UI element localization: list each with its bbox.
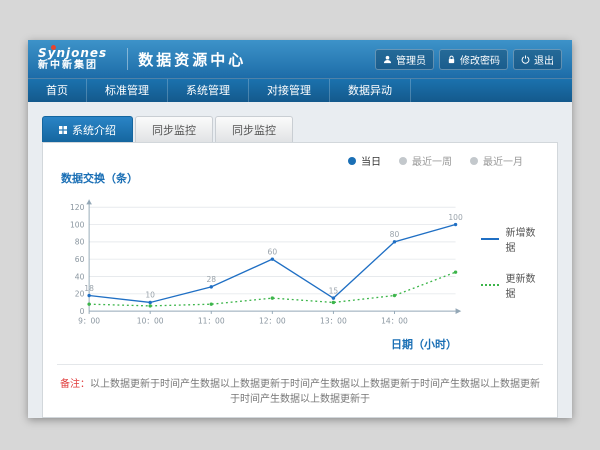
power-icon (521, 55, 530, 64)
chart-row: 0 20 40 60 80 100 120 9：00 10：00 11：00 12：00 13：00 1… (57, 188, 543, 336)
header-actions: 管理员 修改密码 退出 (375, 49, 562, 70)
user-icon (383, 55, 392, 64)
svg-text:28: 28 (206, 275, 216, 284)
legend-item-updated-data[interactable]: 更新数据 (481, 270, 543, 300)
tab-label: 同步监控 (232, 122, 276, 138)
tab-bar: 系统介绍 同步监控 同步监控 (42, 116, 558, 142)
radio-dot-icon (470, 157, 478, 165)
svg-text:12：00: 12：00 (259, 316, 286, 325)
svg-text:60: 60 (75, 255, 85, 264)
change-password-button-label: 修改密码 (460, 52, 500, 67)
svg-text:14：00: 14：00 (381, 316, 408, 325)
svg-text:18: 18 (84, 284, 94, 293)
svg-text:10：00: 10：00 (137, 316, 164, 325)
legend-label: 更新数据 (505, 270, 543, 300)
svg-text:80: 80 (75, 238, 85, 247)
footnote-text: 以上数据更新于时间产生数据以上数据更新于时间产生数据以上数据更新于时间产生数据以… (90, 379, 540, 405)
user-button[interactable]: 管理员 (375, 49, 434, 70)
range-option-today[interactable]: 当日 (348, 153, 381, 168)
header-divider (127, 48, 128, 70)
radio-dot-icon (348, 157, 356, 165)
range-option-label: 当日 (361, 153, 381, 168)
line-chart: 0 20 40 60 80 100 120 9：00 10：00 11：00 12：00 13：00 1… (57, 188, 471, 336)
main-nav: 首页 标准管理 系统管理 对接管理 数据异动 (28, 78, 572, 102)
svg-text:10: 10 (145, 291, 155, 300)
svg-text:11：00: 11：00 (198, 316, 225, 325)
chart-legend: 新增数据 更新数据 (481, 224, 543, 300)
page-title: 数据资源中心 (138, 49, 246, 70)
panel-divider (57, 364, 543, 365)
nav-item-home[interactable]: 首页 (28, 79, 87, 102)
tab-sync-monitor-1[interactable]: 同步监控 (135, 116, 213, 142)
svg-text:20: 20 (75, 290, 85, 299)
green-dotted-swatch (481, 284, 500, 286)
content-area: 系统介绍 同步监控 同步监控 当日 最近一周 (28, 102, 572, 418)
svg-text:0: 0 (80, 307, 85, 316)
legend-label: 新增数据 (505, 224, 543, 254)
user-button-label: 管理员 (396, 52, 426, 67)
svg-text:13：00: 13：00 (320, 316, 347, 325)
footnote-label: 备注： (60, 379, 90, 390)
tab-sync-monitor-2[interactable]: 同步监控 (215, 116, 293, 142)
lock-icon (447, 55, 456, 64)
header: Synjones 新中新集团 数据资源中心 管理员 修改密码 退出 (28, 40, 572, 78)
app-window: Synjones 新中新集团 数据资源中心 管理员 修改密码 退出 首页 标准管… (28, 40, 572, 418)
legend-item-new-data[interactable]: 新增数据 (481, 224, 543, 254)
logout-button-label: 退出 (534, 52, 554, 67)
logo-accent-dot (51, 45, 56, 50)
logout-button[interactable]: 退出 (513, 49, 562, 70)
logo: Synjones 新中新集团 (38, 47, 107, 71)
svg-text:15: 15 (329, 286, 339, 295)
tab-label: 同步监控 (152, 122, 196, 138)
svg-text:40: 40 (75, 272, 85, 281)
logo-brand: Synjones (38, 47, 107, 60)
range-option-label: 最近一周 (412, 153, 452, 168)
tab-label: 系统介绍 (72, 122, 116, 138)
nav-item-system-management[interactable]: 系统管理 (168, 79, 249, 102)
logo-company: 新中新集团 (38, 60, 107, 71)
change-password-button[interactable]: 修改密码 (439, 49, 508, 70)
tab-system-intro[interactable]: 系统介绍 (42, 116, 133, 142)
range-option-last-month[interactable]: 最近一月 (470, 153, 523, 168)
x-axis-title: 日期（小时） (57, 336, 543, 352)
range-selector: 当日 最近一周 最近一月 (57, 153, 543, 168)
svg-text:80: 80 (390, 230, 400, 239)
nav-item-data-changes[interactable]: 数据异动 (330, 79, 411, 102)
range-option-label: 最近一月 (483, 153, 523, 168)
svg-text:60: 60 (268, 247, 278, 256)
radio-dot-icon (399, 157, 407, 165)
nav-item-standard-management[interactable]: 标准管理 (87, 79, 168, 102)
svg-text:100: 100 (70, 220, 85, 229)
y-axis-title: 数据交换（条） (61, 170, 543, 186)
svg-text:100: 100 (448, 213, 463, 222)
range-option-last-week[interactable]: 最近一周 (399, 153, 452, 168)
grid-icon (59, 124, 67, 137)
chart-panel: 当日 最近一周 最近一月 数据交换（条） 0 20 40 60 80 100 120 9：00… (42, 142, 558, 418)
footnote: 备注：以上数据更新于时间产生数据以上数据更新于时间产生数据以上数据更新于时间产生… (57, 375, 543, 405)
svg-text:9：00: 9：00 (78, 316, 100, 325)
svg-text:120: 120 (70, 203, 85, 212)
blue-line-swatch (481, 238, 500, 240)
nav-item-integration-management[interactable]: 对接管理 (249, 79, 330, 102)
